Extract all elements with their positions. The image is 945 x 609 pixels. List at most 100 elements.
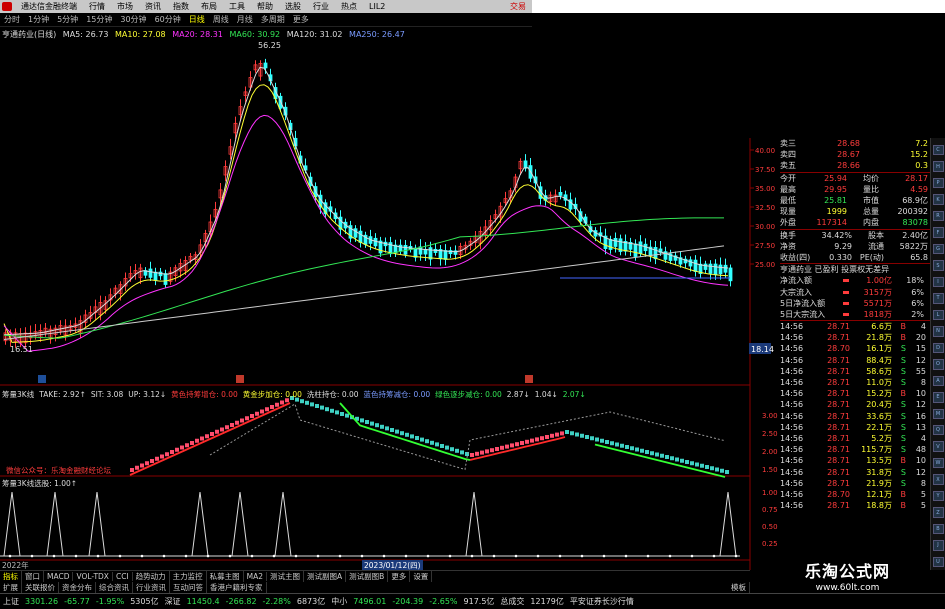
stat-value: 83078 [902, 218, 928, 228]
ask-price: 28.66 [837, 161, 860, 171]
toolbar-icon[interactable]: B [932, 523, 944, 535]
ind1-dot [615, 442, 619, 447]
candle-body [708, 263, 713, 274]
toolbar-icon[interactable]: W [932, 457, 944, 469]
flow-bar [843, 301, 849, 305]
extension-tab[interactable]: 关联报价 [22, 582, 59, 593]
toolbar-icon[interactable]: L [932, 309, 944, 321]
toolbar-icon[interactable]: Z [932, 507, 944, 518]
toolbar-icon[interactable]: H [932, 161, 944, 172]
toolbar-icon[interactable]: T [932, 293, 944, 304]
toolbar-icon[interactable]: R [932, 210, 944, 222]
indicator-tab[interactable]: 私募主图 [207, 571, 244, 582]
trade-volume: 22.1万 [866, 422, 892, 432]
ind2-dot [52, 554, 56, 558]
toolbar-icon[interactable]: N [932, 326, 944, 337]
toolbar-icon[interactable]: Y [932, 490, 944, 502]
ind2-spike [3, 491, 21, 557]
toolbar-icon[interactable]: V [932, 441, 944, 452]
toolbar-icon[interactable]: M [932, 408, 944, 419]
toolbar-icon[interactable]: I [932, 276, 944, 288]
trade-price: 28.71 [827, 467, 850, 477]
quote-row: 现量 1999 总量 200392 [780, 206, 930, 217]
ind2-dot [74, 554, 78, 558]
indicator-tab[interactable]: MA2 [244, 572, 268, 581]
flow-bar [843, 290, 849, 294]
indicator-tab[interactable]: 主力监控 [170, 571, 207, 582]
indicator-tab[interactable]: CCI [113, 572, 133, 581]
extension-tab[interactable]: 资金分布 [59, 582, 96, 593]
indicator-tab[interactable]: VOL-TDX [73, 572, 113, 581]
indicator-tab[interactable]: 指标 [0, 571, 22, 582]
toolbar-icon[interactable]: C [932, 145, 944, 156]
indicator-tab[interactable]: 更多 [388, 571, 411, 582]
stat-value: 9.29 [834, 241, 852, 251]
quote-row: 14:56 28.71 22.1万 S 13 [780, 422, 930, 433]
trade-count: 8 [920, 378, 926, 388]
toolbar-icon[interactable]: X [932, 474, 944, 485]
flow-label: 净流入额 [780, 276, 812, 286]
stat-value: 2.40亿 [902, 230, 928, 240]
indicator-tab[interactable]: 测试副图A [304, 571, 347, 582]
toolbar-icon[interactable]: Q [932, 424, 944, 436]
toolbar-icon[interactable]: A [932, 375, 944, 387]
ind1-dot [405, 432, 409, 437]
extension-tab[interactable]: 互动问答 [170, 582, 207, 593]
candle-body [443, 250, 448, 260]
ind1-dot [620, 443, 624, 448]
ind1-dot [455, 448, 459, 453]
price-axis-label: 27.50 [755, 242, 775, 250]
low-price-label: 16.51 [10, 345, 33, 354]
candle-body [718, 264, 723, 275]
toolbar-icon[interactable]: F [932, 227, 944, 238]
extension-tab[interactable]: 综合资讯 [96, 582, 133, 593]
quote-row: 卖四 28.67 15.2 [780, 149, 930, 160]
company-status: 亨通药业 已盈利 投票权无差异 [780, 265, 890, 275]
toolbar-icon[interactable]: G [932, 243, 944, 255]
extension-tab[interactable]: 香港户籍利专家 [207, 582, 267, 593]
indicator-tab[interactable]: 测试主图 [267, 571, 305, 582]
indicator-tab[interactable]: 测试副图B [346, 571, 389, 582]
ind1-dot [480, 450, 484, 455]
zx-index: 7496.01 [353, 597, 387, 606]
extension-tab[interactable]: 扩展 [0, 582, 22, 593]
indicator-tab[interactable]: 趋势动力 [133, 571, 170, 582]
toolbar-icon[interactable]: E [932, 392, 944, 403]
toolbar-icon[interactable]: K [932, 194, 944, 205]
ind2-dot [294, 554, 298, 558]
indicator-tab[interactable]: MACD [44, 572, 74, 581]
sz-change: -266.82 [225, 597, 257, 606]
toolbar-icon[interactable]: P [932, 177, 944, 189]
right-toolbar: CHPKRFGSITLNDOAEMQVWXYZBJU [930, 138, 945, 570]
ind1-dot [675, 457, 679, 462]
extension-tab[interactable]: 行业资讯 [133, 582, 170, 593]
indicator1-value: 黄金步加仓: 0.00 [242, 390, 302, 399]
trade-volume: 18.8万 [866, 501, 892, 511]
candle-body [153, 271, 158, 281]
ind2-dot [228, 554, 232, 558]
trade-volume: 115.7万 [861, 445, 892, 455]
ind1-dot [225, 425, 229, 430]
trade-price: 28.70 [827, 489, 850, 499]
quote-row: 14:56 28.71 5.2万 S 4 [780, 433, 930, 444]
sh-label[interactable]: 上证 [3, 596, 19, 607]
ind2-dot [514, 554, 518, 558]
ind1-red-line [129, 402, 291, 476]
indicator-tab[interactable]: 设置 [410, 571, 433, 582]
zx-label[interactable]: 中小 [331, 596, 347, 607]
ind1-dot [725, 470, 729, 474]
ask-volume: 0.3 [915, 161, 928, 171]
trade-count: 12 [915, 355, 926, 365]
candle-body [523, 160, 528, 169]
ind1-dot [175, 447, 179, 452]
toolbar-icon[interactable]: D [932, 342, 944, 354]
toolbar-icon[interactable]: S [932, 260, 944, 271]
trade-side: S [900, 422, 906, 432]
toolbar-icon[interactable]: O [932, 359, 944, 370]
ind2-dot [580, 554, 584, 558]
template-tab[interactable]: 模板 [728, 582, 750, 593]
sz-label[interactable]: 深证 [165, 596, 181, 607]
toolbar-icon[interactable]: J [932, 540, 944, 551]
indicator-tab[interactable]: 窗口 [22, 571, 44, 582]
ind1-dot [380, 424, 384, 429]
